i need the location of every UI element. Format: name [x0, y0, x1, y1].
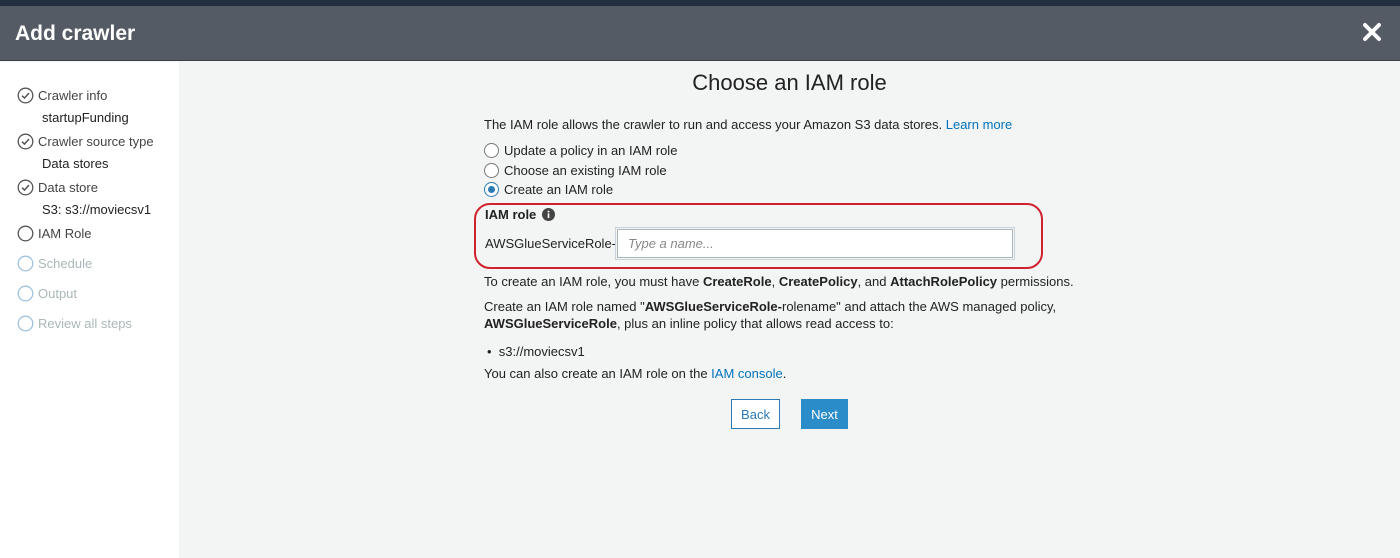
close-icon[interactable]: [1358, 18, 1386, 46]
step-value: S3: s3://moviecsv1: [42, 202, 152, 217]
iam-role-label-text: IAM role: [485, 207, 537, 222]
step-label: Data store: [38, 179, 98, 195]
radio-button[interactable]: [484, 143, 499, 158]
step-label: Output: [38, 285, 78, 301]
radio-label: Choose an existing IAM role: [504, 163, 667, 178]
step-value: Data stores: [42, 156, 109, 171]
step-crawler-source-type[interactable]: Crawler source type: [17, 131, 154, 151]
circle-icon: [17, 315, 34, 332]
create-role-desc-line1: Create an IAM role named "AWSGlueService…: [484, 299, 1056, 314]
permissions-sep-1: ,: [771, 274, 779, 289]
radio-button[interactable]: [484, 163, 499, 178]
next-button[interactable]: Next: [801, 399, 848, 429]
permissions-sep-2: , and: [857, 274, 891, 289]
step-label: Review all steps: [38, 315, 132, 331]
role-name-input[interactable]: [615, 227, 1015, 260]
permission-create-role: CreateRole: [702, 274, 772, 289]
circle-icon: [17, 285, 34, 302]
iam-console-link[interactable]: IAM console: [711, 366, 783, 381]
circle-icon: [17, 255, 34, 272]
create-role-desc-line2: AWSGlueServiceRole, plus an inline polic…: [484, 316, 894, 331]
access-path: s3://moviecsv1: [498, 344, 585, 359]
step-iam-role[interactable]: IAM Role: [17, 223, 91, 243]
desc-managed-policy: AWSGlueServiceRole: [484, 316, 617, 331]
access-list-item: • s3://moviecsv1: [487, 344, 585, 359]
permissions-text-2: permissions.: [997, 274, 1074, 289]
permission-attach-role-policy: AttachRolePolicy: [890, 274, 998, 289]
circle-icon: [17, 225, 34, 242]
step-review-all-steps: Review all steps: [17, 313, 132, 333]
intro-text: The IAM role allows the crawler to run a…: [484, 117, 1012, 132]
step-label: Schedule: [38, 255, 93, 271]
console-text: You can also create an IAM role on the: [484, 366, 712, 381]
radio-label: Update a policy in an IAM role: [504, 143, 678, 158]
step-value: startupFunding: [42, 110, 129, 125]
permission-create-policy: CreatePolicy: [778, 274, 858, 289]
info-icon[interactable]: [542, 208, 556, 221]
check-circle-icon: [17, 179, 34, 196]
step-schedule: Schedule: [17, 253, 92, 273]
desc-text-2: rolename" and attach the AWS managed pol…: [781, 299, 1057, 314]
bullet-dot: •: [487, 344, 499, 359]
back-button[interactable]: Back: [731, 399, 780, 429]
wizard-steps-sidebar: Crawler info startupFunding Crawler sour…: [0, 62, 179, 558]
step-crawler-info[interactable]: Crawler info: [17, 85, 107, 105]
radio-choose-existing[interactable]: Choose an existing IAM role: [484, 163, 667, 178]
step-output: Output: [17, 283, 77, 303]
step-data-store[interactable]: Data store: [17, 177, 98, 197]
permissions-text: To create an IAM role, you must have Cre…: [484, 274, 1074, 289]
dialog-title: Add crawler: [15, 22, 136, 45]
radio-update-policy[interactable]: Update a policy in an IAM role: [484, 143, 677, 158]
iam-role-field-label: IAM role: [485, 207, 556, 222]
dialog-header: Add crawler: [0, 6, 1400, 61]
check-circle-icon: [17, 87, 34, 104]
page-title: Choose an IAM role: [692, 70, 887, 95]
role-name-prefix: AWSGlueServiceRole-: [485, 236, 617, 251]
radio-button-selected[interactable]: [484, 182, 499, 197]
step-label: Crawler info: [38, 87, 108, 103]
desc-role-prefix: AWSGlueServiceRole-: [644, 299, 782, 314]
console-text-end: .: [782, 366, 787, 381]
check-circle-icon: [17, 133, 34, 150]
radio-label: Create an IAM role: [504, 182, 614, 197]
permissions-text-1: To create an IAM role, you must have: [484, 274, 703, 289]
desc-text-1: Create an IAM role named ": [484, 299, 645, 314]
step-label: IAM Role: [38, 225, 92, 241]
main-content: Choose an IAM role The IAM role allows t…: [179, 62, 1400, 558]
iam-console-text: You can also create an IAM role on the I…: [484, 366, 786, 381]
learn-more-link[interactable]: Learn more: [946, 117, 1012, 132]
step-label: Crawler source type: [38, 133, 154, 149]
intro-body: The IAM role allows the crawler to run a…: [484, 117, 943, 132]
radio-create-role[interactable]: Create an IAM role: [484, 182, 613, 197]
desc-text-3: , plus an inline policy that allows read…: [616, 316, 894, 331]
